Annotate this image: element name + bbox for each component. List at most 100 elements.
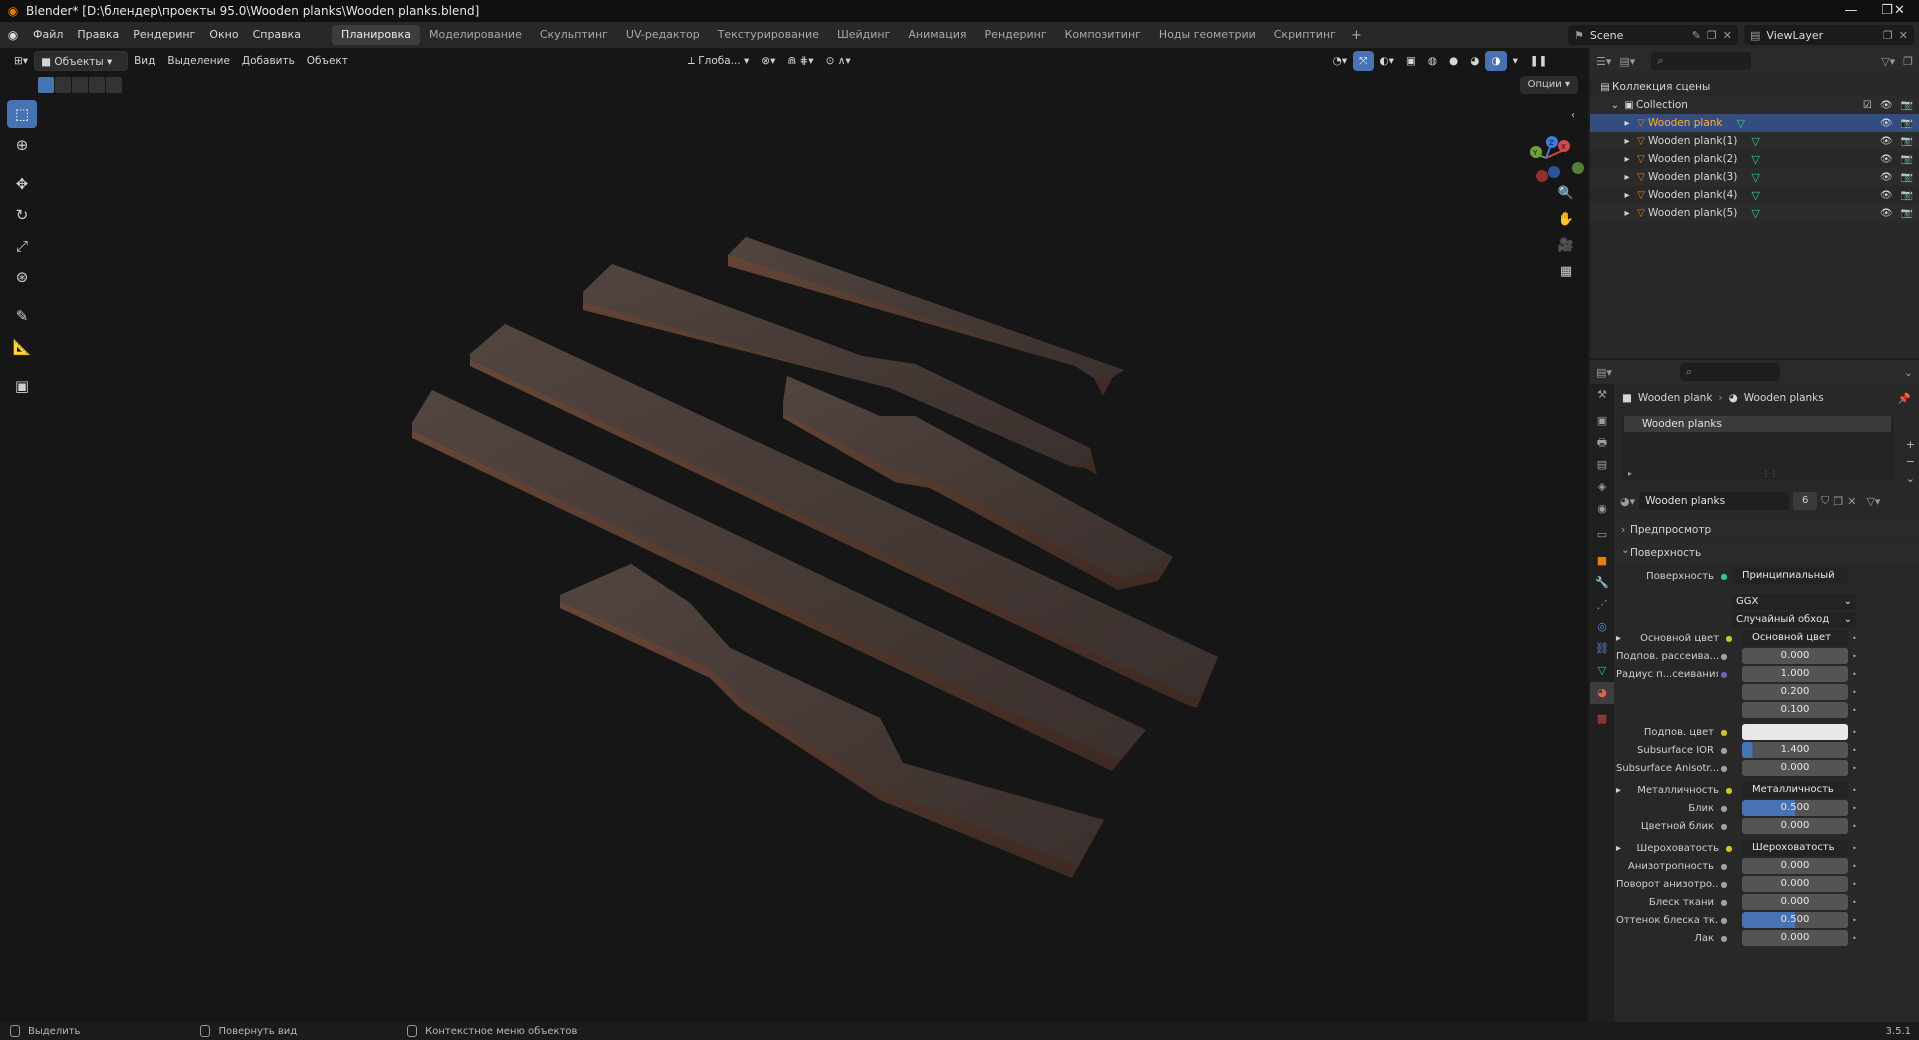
keyframe-dot-icon[interactable]: • [1852, 764, 1857, 773]
menu-edit[interactable]: Правка [70, 22, 126, 48]
render-tab-icon[interactable]: ▣ [1590, 410, 1614, 432]
mesh-data-icon[interactable]: ▽ [1751, 189, 1759, 202]
number-field[interactable]: 0.000 [1742, 876, 1848, 892]
number-field[interactable]: 0.000 [1742, 818, 1848, 834]
delete-scene-icon[interactable]: ✕ [1723, 29, 1732, 42]
distribution-dropdown[interactable]: GGX ⌄ [1732, 594, 1856, 610]
scene-selector[interactable]: ⚑ Scene ✎ ❐ ✕ [1568, 25, 1738, 45]
3d-viewport[interactable]: ⊞▾ ■ Объекты ▾ Вид Выделение Добавить Об… [0, 48, 1588, 1022]
modifiers-tab-icon[interactable]: 🔧 [1590, 572, 1614, 594]
scene-collection-row[interactable]: ▤ Коллекция сцены [1590, 78, 1919, 96]
collection-tab-icon[interactable]: ▭ [1590, 524, 1614, 546]
eye-icon[interactable]: 👁 [1880, 100, 1893, 111]
perspective-grid-icon[interactable]: ▦ [1555, 261, 1577, 283]
duplicate-material-icon[interactable]: ❐ [1833, 495, 1843, 508]
tab-compositing[interactable]: Композитинг [1056, 25, 1150, 45]
menu-window[interactable]: Окно [202, 22, 245, 48]
pan-hand-icon[interactable]: ✋ [1555, 209, 1577, 231]
view-layer-selector[interactable]: ▤ ViewLayer ❐ ✕ [1744, 25, 1914, 45]
data-tab-icon[interactable]: ▽ [1590, 660, 1614, 682]
options-chevron-icon[interactable]: ⌄ [1904, 366, 1913, 379]
eye-icon[interactable]: 👁 [1880, 190, 1893, 201]
mesh-data-icon[interactable]: ▽ [1751, 207, 1759, 220]
filter-icon[interactable]: ▽▾ [1881, 55, 1895, 68]
keyframe-dot-icon[interactable]: • [1852, 706, 1857, 715]
tab-rendering[interactable]: Рендеринг [976, 25, 1056, 45]
surface-panel-header[interactable]: Поверхность [1616, 540, 1919, 563]
number-field[interactable]: 1.000 [1742, 666, 1848, 682]
tab-geometry-nodes[interactable]: Ноды геометрии [1150, 25, 1265, 45]
subsurface-method-dropdown[interactable]: Случайный обход ⌄ [1732, 612, 1856, 628]
menu-file[interactable]: Файл [26, 22, 70, 48]
link-type-icon[interactable]: ▽▾ [1866, 495, 1880, 508]
camera-icon[interactable]: 📷 [1901, 154, 1913, 165]
keyframe-dot-icon[interactable]: • [1852, 652, 1857, 661]
tab-modeling[interactable]: Моделирование [420, 25, 531, 45]
close-button[interactable]: ✕ [1880, 0, 1919, 22]
checkbox-icon[interactable]: ☑ [1863, 100, 1872, 111]
camera-icon[interactable]: 📷 [1901, 136, 1913, 147]
outliner-object-row[interactable]: ▸ ▽ Wooden plank ▽ 👁 📷 [1590, 114, 1919, 132]
world-tab-icon[interactable]: ◉ [1590, 498, 1614, 520]
scene-tab-icon[interactable]: ◈ [1590, 476, 1614, 498]
display-mode-icon[interactable]: ▤▾ [1619, 55, 1635, 68]
physics-tab-icon[interactable]: ◎ [1590, 616, 1614, 638]
keyframe-dot-icon[interactable]: • [1852, 822, 1857, 831]
linked-input-field[interactable]: Основной цвет [1742, 630, 1848, 646]
number-field[interactable]: 0.200 [1742, 684, 1848, 700]
tab-animation[interactable]: Анимация [899, 25, 975, 45]
material-slot-item[interactable]: Wooden planks [1624, 416, 1891, 432]
keyframe-dot-icon[interactable]: • [1852, 898, 1857, 907]
pin-icon[interactable]: 📌 [1898, 392, 1911, 405]
editor-type-icon[interactable]: ☰▾ [1596, 55, 1611, 68]
material-tab-icon[interactable]: ◕ [1590, 682, 1614, 704]
expand-icon[interactable]: ▸ [1620, 118, 1634, 129]
eye-icon[interactable]: 👁 [1880, 136, 1893, 147]
mesh-data-icon[interactable]: ▽ [1751, 171, 1759, 184]
new-scene-icon[interactable]: ❐ [1707, 29, 1717, 42]
tab-shading[interactable]: Шейдинг [828, 25, 899, 45]
add-slot-icon[interactable]: + [1906, 438, 1915, 451]
eye-icon[interactable]: 👁 [1880, 154, 1893, 165]
slot-menu-icon[interactable]: ⌄ [1906, 472, 1915, 485]
mesh-data-icon[interactable]: ▽ [1751, 135, 1759, 148]
delete-view-layer-icon[interactable]: ✕ [1899, 29, 1908, 42]
slider-field[interactable]: 1.400 [1742, 742, 1848, 758]
linked-input-field[interactable]: Металличность [1742, 782, 1848, 798]
number-field[interactable]: 0.100 [1742, 702, 1848, 718]
expand-icon[interactable]: ▸ [1620, 208, 1634, 219]
browse-material-icon[interactable]: ◕▾ [1620, 495, 1635, 508]
editor-type-icon[interactable]: ▤▾ [1596, 366, 1612, 379]
collection-row[interactable]: ⌄ ▣ Collection ☑ 👁 📷 [1590, 96, 1919, 114]
outliner-search-icon[interactable]: ⌕ [1651, 52, 1752, 70]
pin-icon[interactable]: ✎ [1692, 29, 1701, 42]
material-users-count[interactable]: 6 [1793, 492, 1818, 510]
keyframe-dot-icon[interactable]: • [1852, 728, 1857, 737]
texture-tab-icon[interactable]: ▩ [1590, 708, 1614, 730]
expand-icon[interactable]: ▸ [1628, 469, 1632, 478]
keyframe-dot-icon[interactable]: • [1852, 786, 1857, 795]
outliner-object-row[interactable]: ▸ ▽ Wooden plank(4) ▽ 👁 📷 [1590, 186, 1919, 204]
expand-icon[interactable]: ▸ [1620, 154, 1634, 165]
keyframe-dot-icon[interactable]: • [1852, 804, 1857, 813]
object-tab-icon[interactable]: ■ [1590, 550, 1614, 572]
material-name-field[interactable]: Wooden planks [1639, 492, 1790, 510]
outliner-object-row[interactable]: ▸ ▽ Wooden plank(3) ▽ 👁 📷 [1590, 168, 1919, 186]
camera-icon[interactable]: 📷 [1901, 190, 1913, 201]
outliner-object-row[interactable]: ▸ ▽ Wooden plank(1) ▽ 👁 📷 [1590, 132, 1919, 150]
sidebar-toggle-icon[interactable]: ‹ [1562, 105, 1584, 127]
tab-texture-paint[interactable]: Текстурирование [709, 25, 828, 45]
number-field[interactable]: 0.000 [1742, 894, 1848, 910]
keyframe-dot-icon[interactable]: • [1852, 862, 1857, 871]
camera-icon[interactable]: 📷 [1901, 100, 1913, 111]
camera-view-icon[interactable]: 🎥 [1555, 235, 1577, 257]
number-field[interactable]: 0.000 [1742, 858, 1848, 874]
keyframe-dot-icon[interactable]: • [1852, 916, 1857, 925]
camera-icon[interactable]: 📷 [1901, 118, 1913, 129]
eye-icon[interactable]: 👁 [1880, 118, 1893, 129]
expand-icon[interactable]: ⌄ [1608, 100, 1622, 111]
add-workspace-button[interactable]: + [1345, 28, 1368, 43]
zoom-icon[interactable]: 🔍 [1555, 183, 1577, 205]
keyframe-dot-icon[interactable]: • [1852, 934, 1857, 943]
tab-uv-editing[interactable]: UV-редактор [617, 25, 709, 45]
